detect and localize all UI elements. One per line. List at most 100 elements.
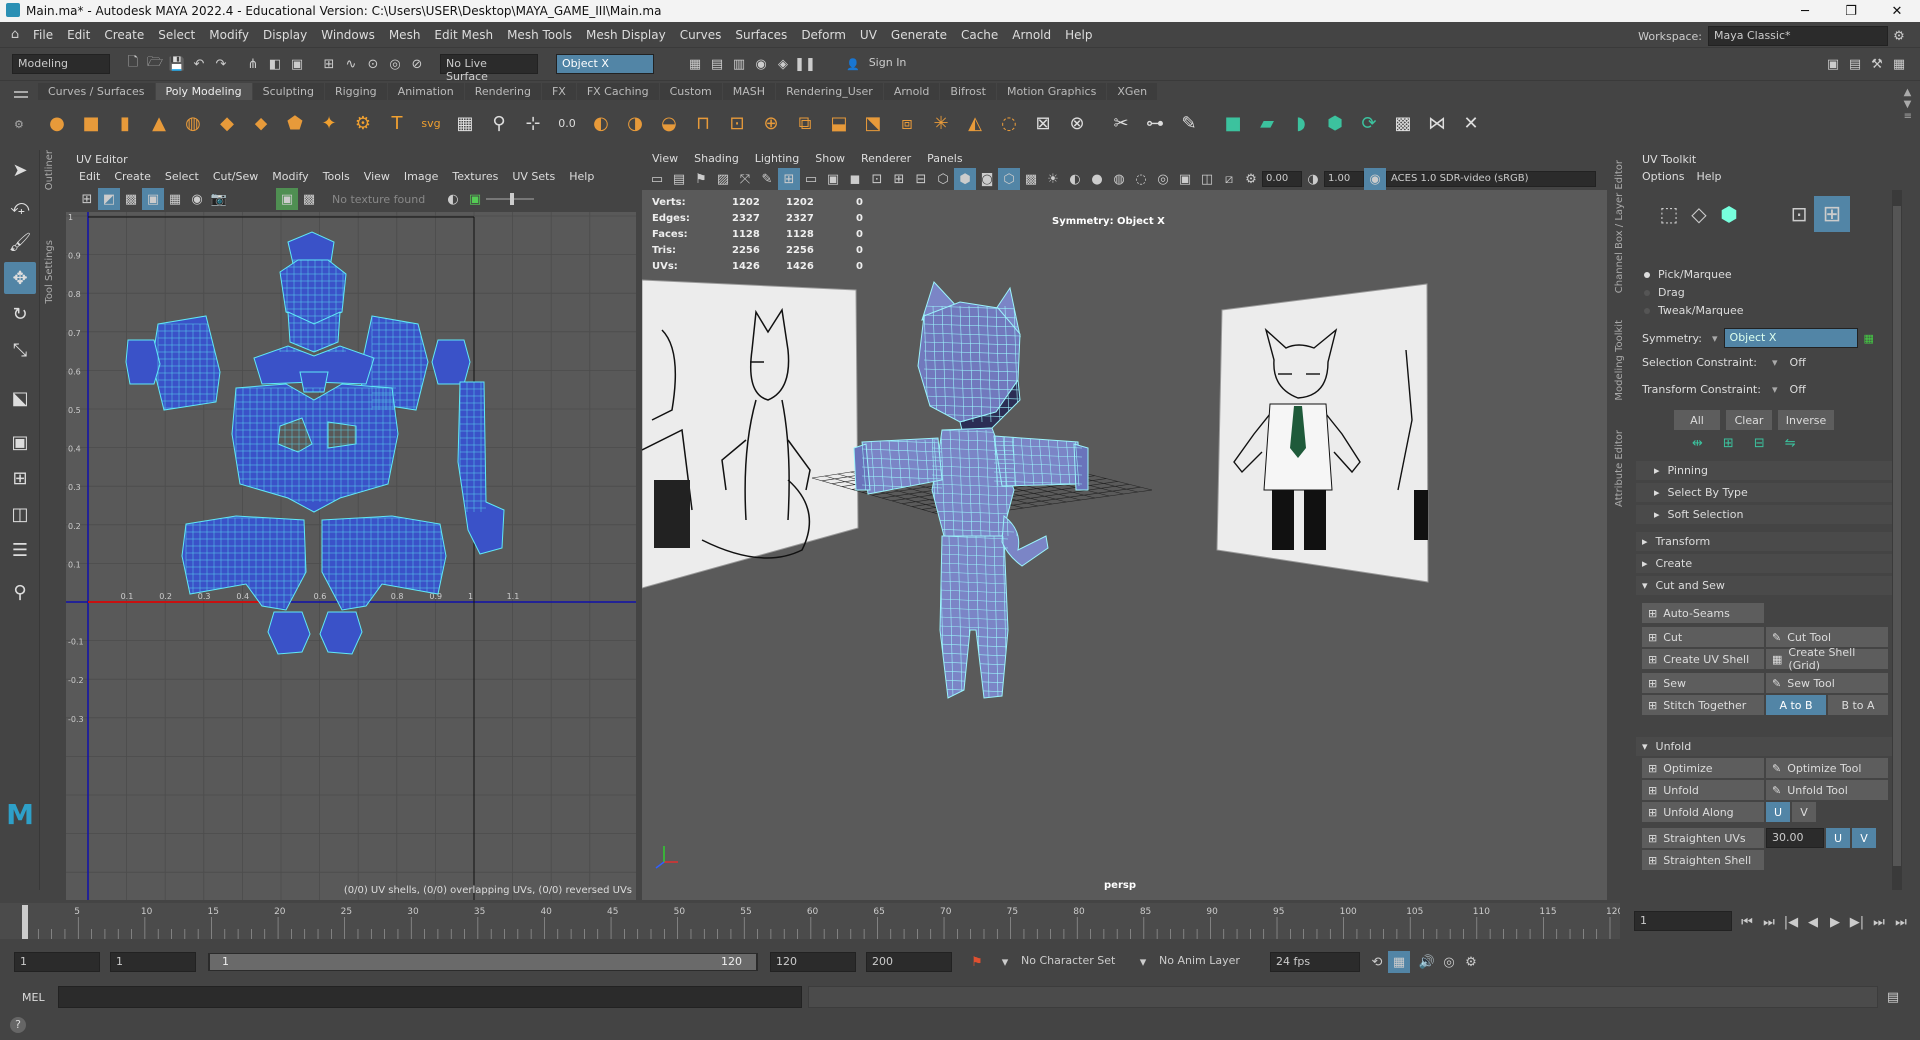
uv-menu-cut-sew[interactable]: Cut/Sew (206, 170, 265, 183)
straighten-v-button[interactable]: V (1852, 828, 1876, 848)
character-set-dropdown[interactable]: No Character Set (1016, 952, 1132, 972)
boolean-union-icon[interactable]: ⊕ (756, 108, 786, 138)
shelf-tab-rendering-user[interactable]: Rendering_User (776, 83, 883, 100)
create-uv-shell-button[interactable]: ⊞ Create UV Shell (1642, 649, 1764, 669)
modeling-toolkit-icon[interactable]: ▣ (1822, 53, 1844, 75)
menu-select[interactable]: Select (151, 28, 202, 42)
rotate-tool-icon[interactable]: ↻ (4, 298, 36, 330)
cache-playback-icon[interactable]: ▦ (1388, 951, 1410, 973)
shelf-tab-rendering[interactable]: Rendering (464, 83, 541, 100)
quad-draw-icon[interactable]: ✎ (1174, 108, 1204, 138)
select-border-icon[interactable]: ⊟ (1754, 436, 1765, 451)
color-management-icon[interactable]: ◉ (1364, 168, 1386, 190)
wireframe-icon[interactable]: ⬡ (932, 168, 954, 190)
step-back-frame-icon[interactable]: |◀ (1780, 911, 1802, 933)
cut-button[interactable]: ⊞ Cut (1642, 627, 1764, 647)
select-tool-icon[interactable]: ➤ (4, 154, 36, 186)
measure-icon[interactable]: ⚲ (484, 108, 514, 138)
safe-title-icon[interactable]: ⊟ (910, 168, 932, 190)
poly-torus-icon[interactable]: ◍ (178, 108, 208, 138)
menu-cache[interactable]: Cache (954, 28, 1005, 42)
textured-icon[interactable]: ▩ (1020, 168, 1042, 190)
multi-cut-icon[interactable]: ✂ (1106, 108, 1136, 138)
single-perspective-icon[interactable]: ▣ (4, 426, 36, 458)
anti-alias-icon[interactable]: ◌ (1130, 168, 1152, 190)
help-icon[interactable]: ? (10, 1017, 26, 1033)
resolution-gate-icon[interactable]: ▣ (822, 168, 844, 190)
menu-create[interactable]: Create (97, 28, 151, 42)
unfold-tool-button[interactable]: ✎ Unfold Tool (1766, 780, 1888, 800)
shelf-tab-bifrost[interactable]: Bifrost (940, 83, 996, 100)
uv-shell-mode-icon[interactable]: ⊞ (1814, 196, 1850, 232)
xray-joints-icon[interactable]: ⧄ (1218, 168, 1240, 190)
snap-grid-icon[interactable]: ⊞ (318, 53, 340, 75)
viewport-canvas[interactable]: Verts: 1202 1202 0 Edges: 2327 2327 0 Faces: 1128… (642, 190, 1607, 900)
drag-radio[interactable]: Drag (1644, 284, 1744, 302)
color-space-dropdown[interactable]: ACES 1.0 SDR-video (sRGB) (1386, 171, 1596, 187)
poly-sphere-icon[interactable]: ● (42, 108, 72, 138)
menu-mesh-display[interactable]: Mesh Display (579, 28, 673, 42)
circularize-icon[interactable]: ◌ (994, 108, 1024, 138)
uv-image-icon[interactable]: ▣ (276, 188, 298, 210)
animation-prefs-icon[interactable]: ◎ (1438, 951, 1460, 973)
step-forward-key-icon[interactable]: ⏭ (1868, 911, 1890, 933)
camera-select-icon[interactable]: ▭ (646, 168, 668, 190)
uv-menu-tools[interactable]: Tools (316, 170, 357, 183)
menu-arnold[interactable]: Arnold (1005, 28, 1058, 42)
uv-shaded-icon[interactable]: ◩ (98, 188, 120, 210)
select-all-button[interactable]: All (1674, 410, 1720, 430)
sew-tool-button[interactable]: ✎ Sew Tool (1766, 673, 1888, 693)
uv-exposure-icon[interactable]: ◐ (442, 188, 464, 210)
sound-icon[interactable]: 🔊 (1416, 951, 1438, 973)
smooth-icon[interactable]: ◒ (654, 108, 684, 138)
snap-point-icon[interactable]: ⊙ (362, 53, 384, 75)
uv-menu-select[interactable]: Select (158, 170, 206, 183)
animation-start-field[interactable]: 1 (14, 952, 100, 972)
menu-modify[interactable]: Modify (202, 28, 256, 42)
sew-button[interactable]: ⊞ Sew (1642, 673, 1764, 693)
open-scene-icon[interactable]: 🗁 (144, 53, 166, 75)
menuset-dropdown[interactable]: Modeling (12, 54, 110, 74)
tool-settings-icon[interactable]: ⚒ (1866, 53, 1888, 75)
collapse-icon[interactable]: ⊠ (1028, 108, 1058, 138)
separate-icon[interactable]: ◑ (620, 108, 650, 138)
shelf-tab-curves-surfaces[interactable]: Curves / Surfaces (38, 83, 155, 100)
menu-generate[interactable]: Generate (884, 28, 954, 42)
playback-end-field[interactable]: 120 (770, 952, 856, 972)
cut-tool-button[interactable]: ✎ Cut Tool (1766, 627, 1888, 647)
create-section[interactable]: ▸ Create (1636, 554, 1898, 573)
poly-cylinder-icon[interactable]: ▮ (110, 108, 140, 138)
arnold-render-icon[interactable]: ◈ (772, 53, 794, 75)
shelf-tab-xgen[interactable]: XGen (1107, 83, 1158, 100)
xray-icon[interactable]: ◫ (1196, 168, 1218, 190)
straighten-angle-field[interactable]: 30.00 (1766, 828, 1824, 848)
planar-map-icon[interactable]: ■ (1218, 108, 1248, 138)
menu-mesh-tools[interactable]: Mesh Tools (500, 28, 579, 42)
channel-box-icon[interactable]: ▦ (1888, 53, 1910, 75)
bookmark-icon[interactable]: ⚑ (690, 168, 712, 190)
modeling-toolkit-side-tab[interactable]: Modeling Toolkit (1614, 320, 1625, 420)
menu-windows[interactable]: Windows (314, 28, 382, 42)
unfold-section[interactable]: ▾ Unfold (1636, 737, 1898, 756)
shelf-tab-mash[interactable]: MASH (722, 83, 776, 100)
connect-icon[interactable]: ⊗ (1062, 108, 1092, 138)
mirror-icon[interactable]: ⧉ (790, 108, 820, 138)
default-material-icon[interactable]: ◙ (976, 168, 998, 190)
viewport-menu-view[interactable]: View (644, 152, 686, 165)
menu-edit-mesh[interactable]: Edit Mesh (427, 28, 500, 42)
merge-icon[interactable]: ⧈ (892, 108, 922, 138)
uv-gamma-slider[interactable] (486, 193, 534, 205)
far-clip-field[interactable]: 1.00 (1324, 171, 1364, 187)
menu-curves[interactable]: Curves (673, 28, 729, 42)
uv-menu-modify[interactable]: Modify (265, 170, 315, 183)
poly-cone-icon[interactable]: ▲ (144, 108, 174, 138)
face-mode-icon[interactable]: ⬢ (1714, 199, 1744, 229)
image-plane-icon[interactable]: ▨ (712, 168, 734, 190)
uv-coord-icon[interactable]: 0.0 (552, 108, 582, 138)
menu-surfaces[interactable]: Surfaces (728, 28, 794, 42)
uv-grid-icon[interactable]: ⊞ (76, 188, 98, 210)
poly-disc-icon[interactable]: ⬥ (246, 108, 276, 138)
ambient-occlusion-icon[interactable]: ● (1086, 168, 1108, 190)
save-scene-icon[interactable]: 💾 (166, 53, 188, 75)
unfold-v-button[interactable]: V (1792, 802, 1816, 822)
